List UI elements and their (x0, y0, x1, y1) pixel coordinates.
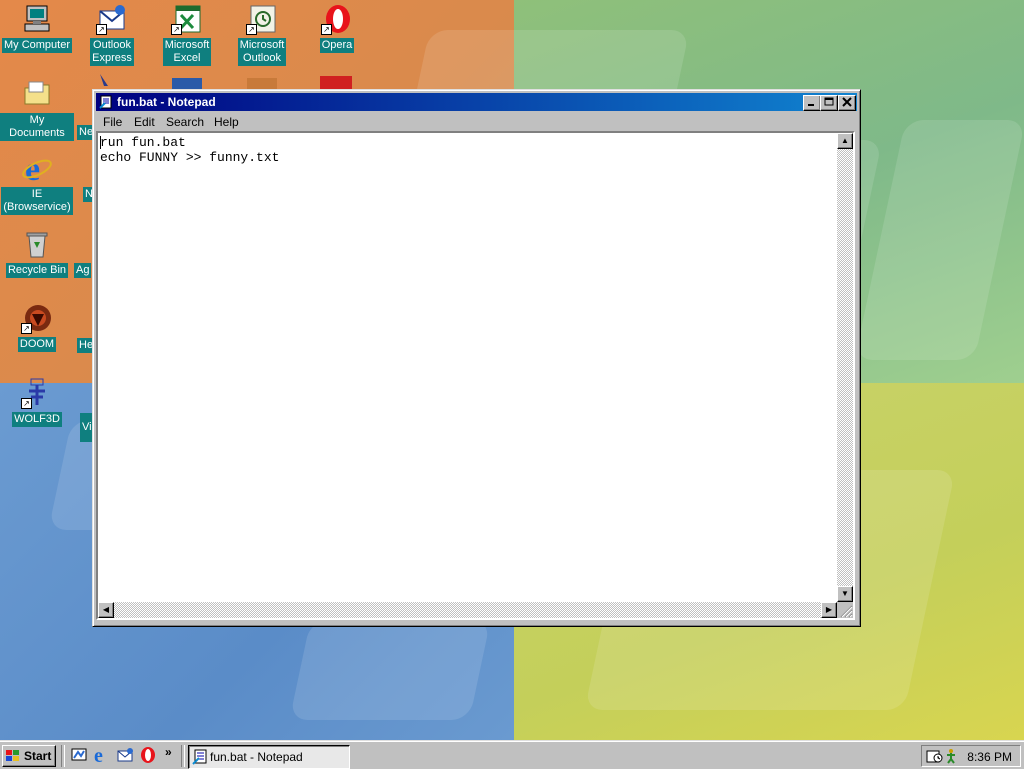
menu-help[interactable]: Help (214, 115, 239, 129)
desktop-icon-label: DOOM (17, 337, 57, 352)
wallpaper-pane (289, 620, 491, 720)
vertical-scrollbar[interactable]: ▲ ▼ (837, 133, 853, 602)
taskbar-button-label: fun.bat - Notepad (210, 750, 303, 764)
desktop-icon-ie-browservice[interactable]: e IE (Browservice) (0, 151, 74, 215)
desktop-icon-opera[interactable]: ↗ Opera (300, 3, 374, 53)
partial-icon (247, 78, 277, 89)
start-button[interactable]: Start (2, 745, 56, 767)
arrow-right-icon: ▶ (825, 605, 833, 614)
minimize-button[interactable] (803, 95, 821, 111)
recycle-bin-icon (21, 228, 53, 260)
desktop-icon-wolf3d[interactable]: ↗ WOLF3D (0, 377, 74, 427)
shortcut-arrow-icon: ↗ (21, 398, 32, 409)
menu-bar: File Edit Search Help (96, 112, 857, 131)
scroll-right-button[interactable]: ▶ (821, 602, 837, 618)
desktop-icon-recycle-bin[interactable]: Recycle Bin (0, 228, 74, 278)
desktop-icon-my-documents[interactable]: My Documents (0, 78, 74, 141)
text-caret (100, 136, 101, 149)
quicklaunch-outlook-express[interactable] (116, 746, 134, 764)
wolf3d-icon: ↗ (21, 377, 53, 409)
partial-icon (320, 76, 352, 89)
quicklaunch-ie[interactable]: e (93, 745, 111, 767)
taskbar: Start e » fun.bat - Notepad 8:36 PM (0, 740, 1024, 769)
windows-logo-icon (6, 750, 20, 762)
partial-icon (172, 78, 202, 89)
menu-file[interactable]: File (103, 115, 122, 129)
resize-grip[interactable] (837, 602, 853, 618)
desktop-icon-label: Microsoft Excel (162, 38, 212, 66)
desktop-icon-label: My Computer (1, 38, 73, 53)
arrow-up-icon: ▲ (841, 136, 849, 145)
editor-text[interactable]: run fun.bat echo FUNNY >> funny.txt (100, 135, 837, 604)
svg-text:e: e (94, 746, 103, 764)
menu-edit[interactable]: Edit (134, 115, 155, 129)
internet-explorer-icon: e (94, 745, 103, 767)
desktop-icon-label: WOLF3D (12, 412, 62, 427)
partial-label: Ag (74, 263, 92, 278)
system-tray: 8:36 PM (921, 745, 1021, 767)
horizontal-scrollbar[interactable]: ◀ ▶ (98, 602, 837, 618)
arrow-down-icon: ▼ (841, 589, 849, 598)
desktop-icon-outlook-express[interactable]: ↗ Outlook Express (75, 3, 149, 66)
shortcut-arrow-icon: ↗ (321, 24, 332, 35)
text-editor[interactable]: run fun.bat echo FUNNY >> funny.txt ▲ ▼ … (96, 131, 855, 620)
menu-search[interactable]: Search (166, 115, 204, 129)
desktop-icon-excel[interactable]: ↗ Microsoft Excel (150, 3, 224, 66)
excel-icon: ↗ (171, 3, 203, 35)
notepad-icon (192, 749, 208, 768)
maximize-icon (824, 97, 834, 106)
folder-icon (21, 78, 53, 110)
desktop-icon-label: My Documents (0, 113, 74, 141)
notepad-icon (99, 95, 113, 109)
quicklaunch-opera[interactable] (139, 746, 157, 764)
minimize-icon (808, 104, 814, 106)
desktop-icon-my-computer[interactable]: My Computer (0, 3, 74, 53)
notepad-window[interactable]: fun.bat - Notepad File Edit Search Help … (92, 89, 861, 627)
arrow-left-icon: ◀ (102, 605, 110, 614)
taskbar-divider (181, 745, 185, 767)
window-title: fun.bat - Notepad (117, 95, 216, 109)
taskbar-button-notepad[interactable]: fun.bat - Notepad (188, 745, 350, 769)
shortcut-arrow-icon: ↗ (21, 323, 32, 334)
close-icon (842, 97, 852, 107)
outlook-express-icon (117, 748, 133, 762)
scroll-down-button[interactable]: ▼ (837, 586, 853, 602)
desktop-icon-label: Recycle Bin (5, 263, 69, 278)
quicklaunch-desktop[interactable] (70, 746, 88, 764)
desktop-icon-outlook[interactable]: ↗ Microsoft Outlook (225, 3, 299, 66)
outlook-express-icon: ↗ (96, 3, 128, 35)
title-bar[interactable]: fun.bat - Notepad (96, 93, 857, 111)
tray-schedule-icon[interactable] (926, 748, 944, 767)
opera-icon (141, 747, 155, 763)
doom-icon: ↗ (21, 302, 53, 334)
internet-explorer-icon: e (21, 151, 53, 188)
scroll-up-button[interactable]: ▲ (837, 133, 853, 149)
resize-grip-icon (840, 605, 853, 618)
start-label: Start (24, 749, 52, 763)
close-button[interactable] (838, 95, 856, 111)
clock[interactable]: 8:36 PM (967, 750, 1012, 764)
opera-icon: ↗ (321, 3, 353, 35)
maximize-button[interactable] (820, 95, 838, 111)
scroll-left-button[interactable]: ◀ (98, 602, 114, 618)
taskbar-divider (61, 745, 65, 767)
desktop-icon-doom[interactable]: ↗ DOOM (0, 302, 74, 352)
shortcut-arrow-icon: ↗ (96, 24, 107, 35)
shortcut-arrow-icon: ↗ (171, 24, 182, 35)
desktop-icon-label: Opera (319, 38, 355, 53)
desktop-icon-label: Outlook Express (90, 38, 134, 66)
show-desktop-icon (71, 748, 87, 761)
shortcut-arrow-icon: ↗ (246, 24, 257, 35)
desktop-icon-label: IE (Browservice) (1, 187, 73, 215)
desktop-icon-label: Microsoft Outlook (237, 38, 287, 66)
outlook-icon: ↗ (246, 3, 278, 35)
tray-accessibility-icon[interactable] (944, 748, 958, 767)
quicklaunch-more-button[interactable]: » (165, 745, 172, 759)
computer-icon (21, 3, 53, 35)
